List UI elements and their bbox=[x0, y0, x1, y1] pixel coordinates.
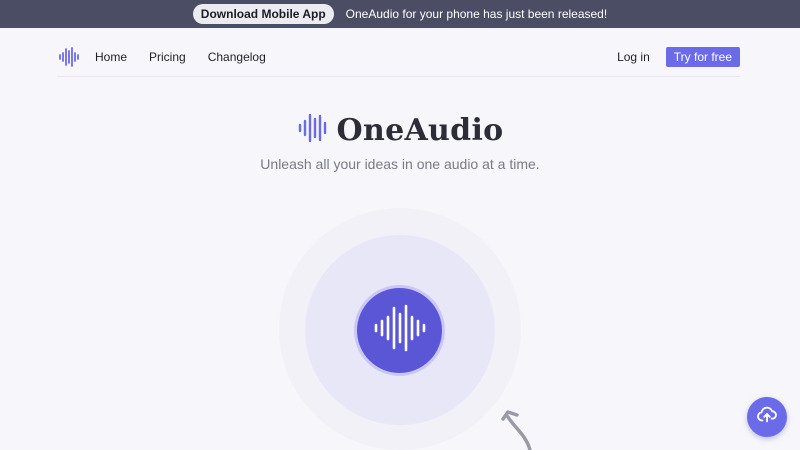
audio-wave-icon[interactable] bbox=[57, 45, 81, 69]
record-button[interactable] bbox=[354, 285, 445, 376]
nav-actions: Log in Try for free bbox=[617, 47, 740, 67]
login-link[interactable]: Log in bbox=[617, 50, 650, 64]
top-nav: Home Pricing Changelog Log in Try for fr… bbox=[57, 44, 740, 70]
announcement-bar: Download Mobile App OneAudio for your ph… bbox=[0, 0, 800, 28]
nav-link-changelog[interactable]: Changelog bbox=[208, 50, 266, 64]
try-for-free-button[interactable]: Try for free bbox=[665, 47, 740, 67]
download-mobile-app-button[interactable]: Download Mobile App bbox=[192, 4, 334, 24]
brand-title: OneAudio bbox=[336, 113, 504, 148]
nav-link-pricing[interactable]: Pricing bbox=[149, 50, 186, 64]
nav-divider bbox=[57, 76, 740, 77]
nav-link-home[interactable]: Home bbox=[95, 50, 127, 64]
curved-arrow-icon bbox=[500, 405, 540, 450]
cloud-upload-icon bbox=[756, 404, 778, 431]
hero-brand: OneAudio bbox=[0, 112, 800, 149]
announcement-text: OneAudio for your phone has just been re… bbox=[345, 7, 608, 21]
upload-button[interactable] bbox=[747, 397, 787, 437]
hero-tagline: Unleash all your ideas in one audio at a… bbox=[260, 156, 540, 172]
audio-wave-icon bbox=[374, 302, 426, 359]
audio-wave-icon bbox=[297, 112, 329, 149]
